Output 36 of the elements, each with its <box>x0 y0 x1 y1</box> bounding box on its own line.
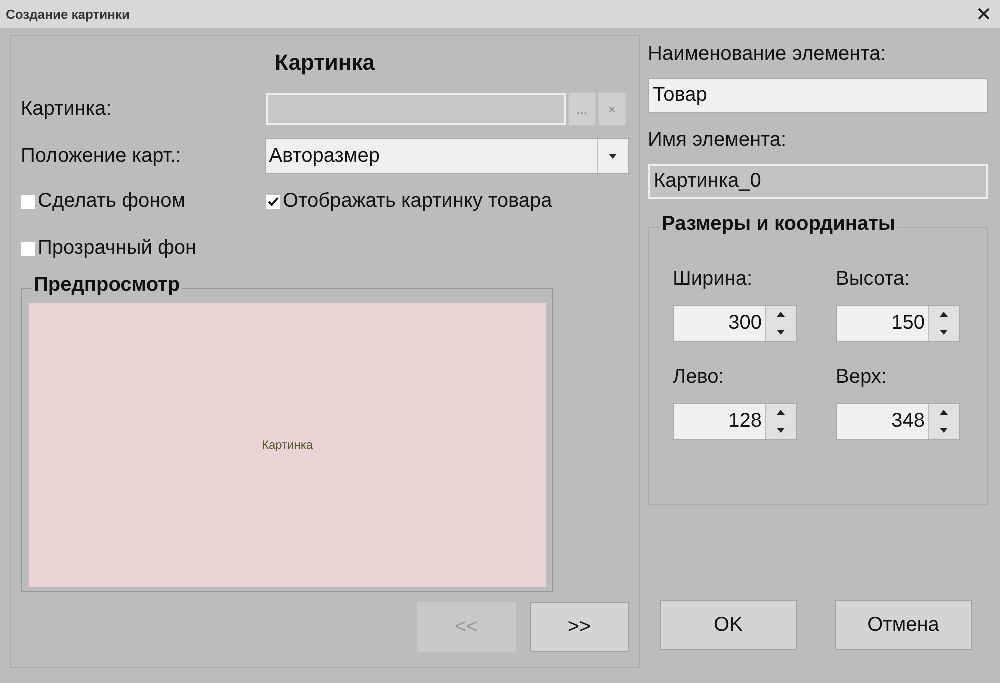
nav-button[interactable]: >> <box>530 602 629 652</box>
spinner-label: Лево: <box>673 366 726 389</box>
close-icon[interactable] <box>978 8 990 20</box>
down-arrow-icon[interactable] <box>940 428 948 433</box>
number-spinner[interactable]: 128 <box>673 403 797 440</box>
element-name-field[interactable]: Товар <box>648 78 988 113</box>
position-label: Положение карт.: <box>21 144 182 168</box>
up-arrow-icon[interactable] <box>940 410 948 416</box>
element-id-label: Имя элемента: <box>648 129 788 152</box>
dialog-button[interactable]: OK <box>660 600 797 650</box>
picture-label: Картинка: <box>21 98 113 120</box>
up-arrow-icon[interactable] <box>777 312 785 318</box>
position-dropdown[interactable]: Авторазмер <box>265 138 629 174</box>
checkbox[interactable]: Сделать фоном <box>21 190 186 213</box>
caret-icon <box>609 154 617 158</box>
down-arrow-icon[interactable] <box>940 330 948 335</box>
preview-title: Предпросмотр <box>32 274 182 297</box>
down-arrow-icon[interactable] <box>777 428 785 433</box>
window-title: Создание картинки <box>6 6 130 22</box>
panel-heading: Картинка <box>274 50 376 77</box>
up-arrow-icon[interactable] <box>940 312 948 318</box>
down-arrow-icon[interactable] <box>777 330 785 335</box>
number-spinner[interactable]: 348 <box>836 403 960 440</box>
number-spinner[interactable]: 150 <box>836 305 960 342</box>
check-icon <box>268 196 278 206</box>
preview-text: Картинка <box>262 438 314 452</box>
spinner-label: Высота: <box>836 268 912 291</box>
number-spinner[interactable]: 300 <box>673 305 797 342</box>
dialog-button[interactable]: Отмена <box>835 600 972 650</box>
spinner-label: Верх: <box>836 366 888 389</box>
spinner-label: Ширина: <box>673 268 754 291</box>
checkbox[interactable]: Прозрачный фон <box>21 237 197 260</box>
up-arrow-icon[interactable] <box>777 410 785 416</box>
checkbox[interactable]: Отображать картинку товара <box>266 190 552 213</box>
element-name-label: Наименование элемента: <box>648 43 888 66</box>
geometry-title: Размеры и координаты <box>659 213 898 236</box>
